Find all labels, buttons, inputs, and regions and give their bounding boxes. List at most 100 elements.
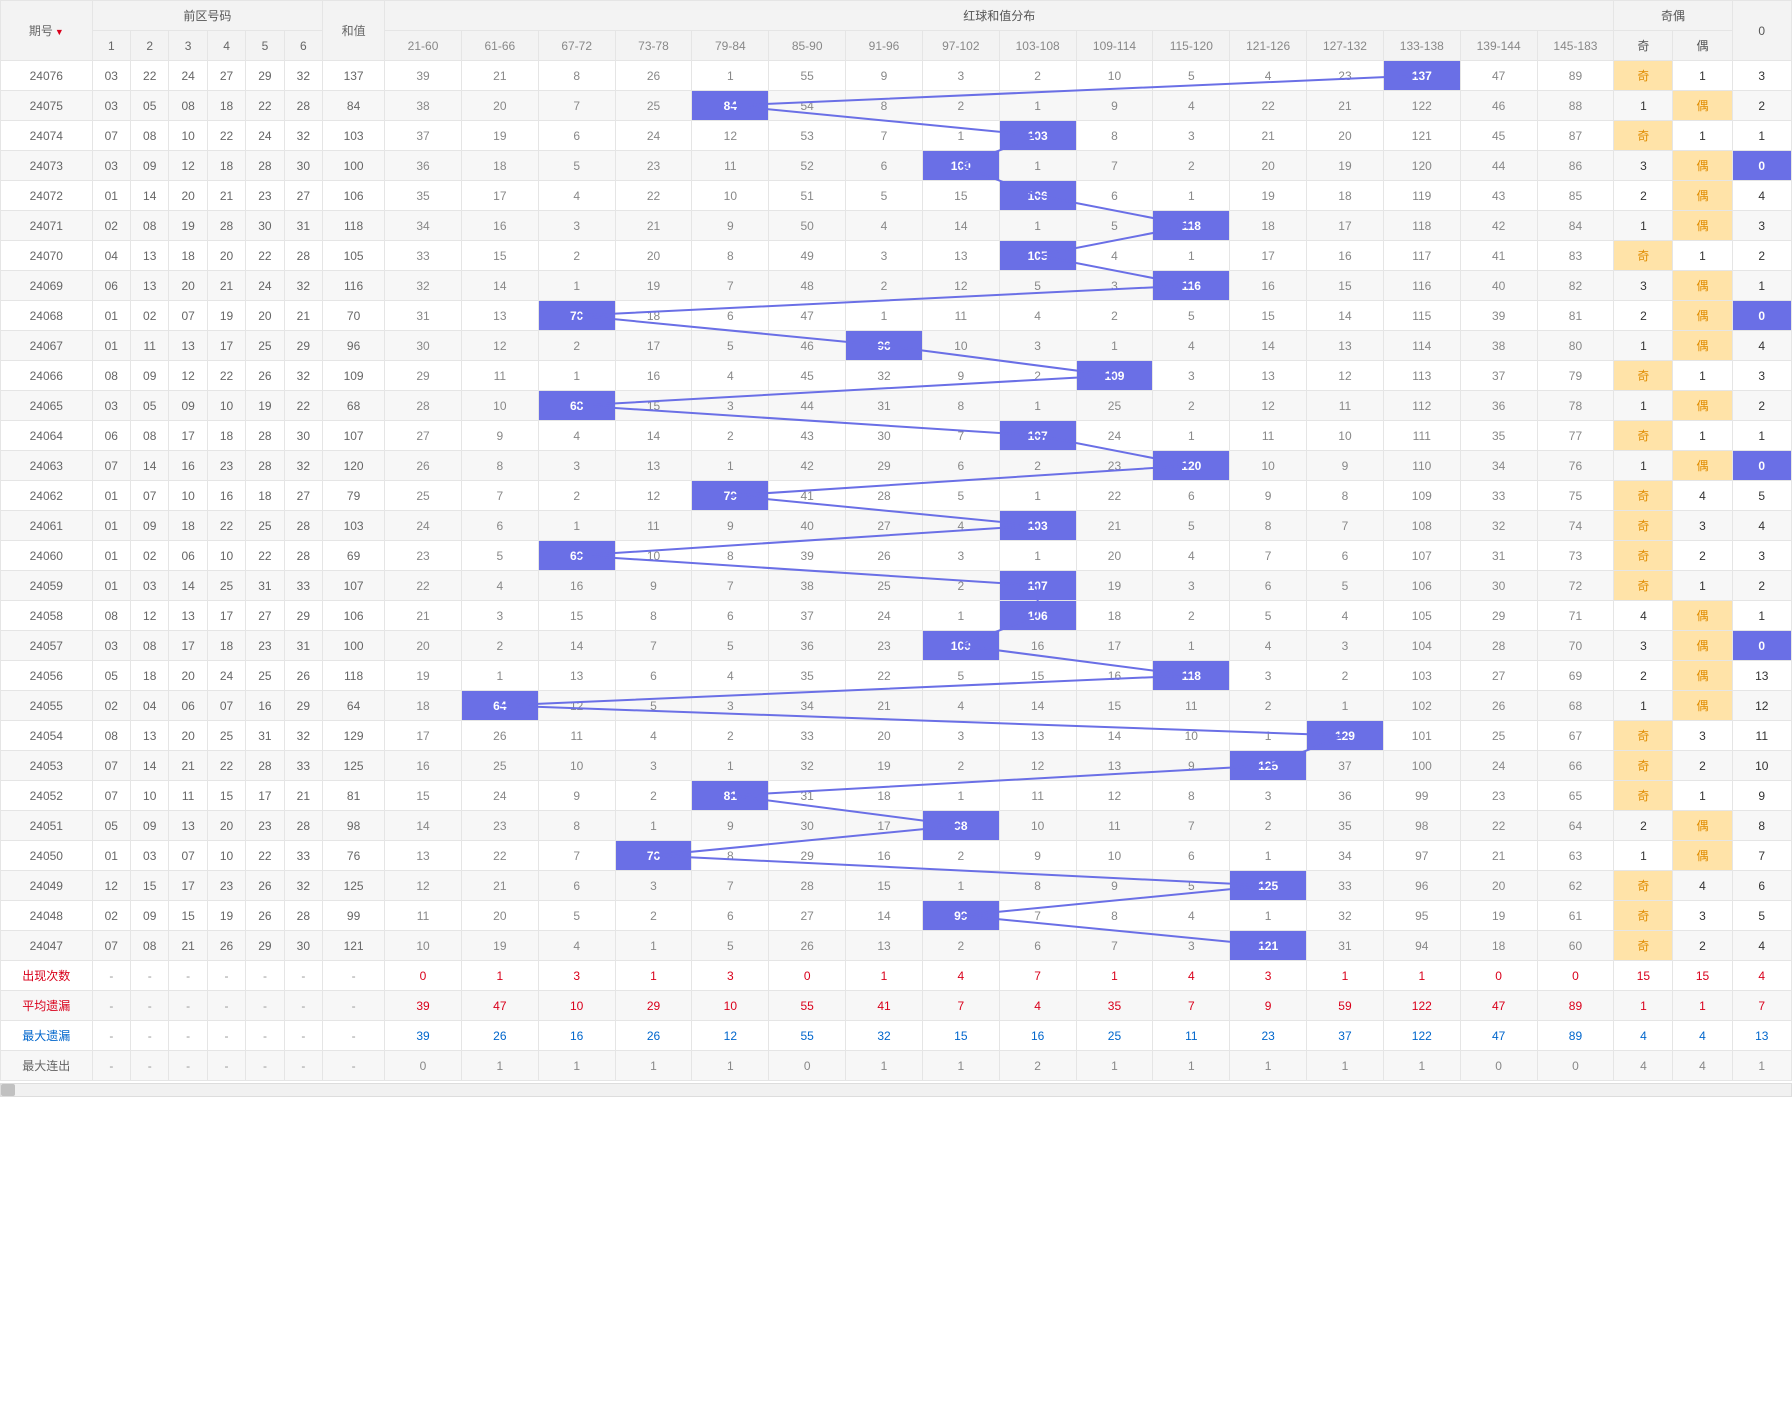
period-cell: 24060	[1, 541, 93, 571]
front-num-6: 31	[284, 631, 322, 661]
dist-cell-10: 120	[1153, 451, 1230, 481]
front-num-6: 29	[284, 601, 322, 631]
odd-cell: 奇	[1614, 241, 1673, 271]
front-num-4: 17	[207, 601, 245, 631]
sum-cell: 69	[323, 541, 385, 571]
front-num-5: 22	[246, 541, 284, 571]
front-num-2: 04	[131, 691, 169, 721]
odd-cell: 1	[1614, 391, 1673, 421]
sum-cell: 125	[323, 871, 385, 901]
dist-cell-13: 103	[1383, 661, 1460, 691]
dist-cell-14: 45	[1460, 121, 1537, 151]
dist-cell-9: 13	[1076, 751, 1153, 781]
dist-cell-8: 1	[999, 211, 1076, 241]
horizontal-scrollbar[interactable]	[0, 1083, 1792, 1097]
even-cell: 偶	[1673, 181, 1732, 211]
zero-cell: 2	[1732, 91, 1791, 121]
period-cell: 24071	[1, 211, 93, 241]
front-num-1: 03	[92, 631, 130, 661]
header-dist-15: 145-183	[1537, 31, 1614, 61]
front-num-4: 10	[207, 841, 245, 871]
sum-cell: 84	[323, 91, 385, 121]
dist-cell-5: 44	[769, 391, 846, 421]
dist-cell-10: 2	[1153, 391, 1230, 421]
dist-cell-4: 9	[692, 511, 769, 541]
dist-cell-1: 6	[461, 511, 538, 541]
dist-cell-0: 37	[385, 121, 462, 151]
stat-val: 41	[846, 991, 923, 1021]
dist-cell-1: 23	[461, 811, 538, 841]
dist-cell-1: 10	[461, 391, 538, 421]
stat-val: 1	[922, 1051, 999, 1081]
table-row: 2406503050910192268281068153443181252121…	[1, 391, 1792, 421]
stat-val: 4	[1673, 1051, 1732, 1081]
dist-cell-15: 78	[1537, 391, 1614, 421]
front-num-5: 28	[246, 451, 284, 481]
dist-cell-13: 114	[1383, 331, 1460, 361]
odd-cell: 1	[1614, 841, 1673, 871]
dist-cell-9: 19	[1076, 571, 1153, 601]
dist-cell-13: 102	[1383, 691, 1460, 721]
sum-cell: 106	[323, 181, 385, 211]
period-cell: 24061	[1, 511, 93, 541]
dist-cell-10: 3	[1153, 121, 1230, 151]
front-num-6: 30	[284, 151, 322, 181]
front-num-5: 22	[246, 91, 284, 121]
front-num-1: 06	[92, 421, 130, 451]
dist-cell-10: 2	[1153, 151, 1230, 181]
stat-val: 1	[538, 1051, 615, 1081]
table-row: 2404802091519262899112052627149978413295…	[1, 901, 1792, 931]
front-num-1: 05	[92, 811, 130, 841]
front-num-1: 03	[92, 151, 130, 181]
dist-cell-10: 118	[1153, 661, 1230, 691]
table-row: 2406307141623283212026831314229622312010…	[1, 451, 1792, 481]
period-cell: 24048	[1, 901, 93, 931]
dist-cell-5: 35	[769, 661, 846, 691]
odd-cell: 奇	[1614, 121, 1673, 151]
stat-val: 0	[1460, 961, 1537, 991]
stat-dash: -	[323, 991, 385, 1021]
front-num-5: 28	[246, 421, 284, 451]
front-num-6: 21	[284, 781, 322, 811]
header-dist-title: 红球和值分布	[385, 1, 1614, 31]
front-num-4: 18	[207, 421, 245, 451]
dist-cell-6: 24	[846, 601, 923, 631]
odd-cell: 3	[1614, 271, 1673, 301]
odd-cell: 3	[1614, 151, 1673, 181]
front-num-3: 21	[169, 931, 207, 961]
stat-label: 出现次数	[1, 961, 93, 991]
table-row: 2406201071016182779257212794128512269810…	[1, 481, 1792, 511]
front-num-4: 10	[207, 541, 245, 571]
front-num-3: 18	[169, 241, 207, 271]
dist-cell-7: 3	[922, 721, 999, 751]
dist-cell-8: 8	[999, 871, 1076, 901]
dist-cell-0: 13	[385, 841, 462, 871]
dist-cell-5: 42	[769, 451, 846, 481]
header-dist-0: 21-60	[385, 31, 462, 61]
front-num-6: 32	[284, 721, 322, 751]
front-num-5: 23	[246, 631, 284, 661]
front-num-2: 03	[131, 571, 169, 601]
dist-cell-11: 19	[1230, 181, 1307, 211]
dist-cell-8: 1	[999, 541, 1076, 571]
odd-cell: 奇	[1614, 361, 1673, 391]
front-num-4: 19	[207, 301, 245, 331]
sum-cell: 109	[323, 361, 385, 391]
dist-cell-6: 23	[846, 631, 923, 661]
dist-cell-15: 89	[1537, 61, 1614, 91]
front-num-2: 05	[131, 91, 169, 121]
table-row: 2407303091218283010036185231152610017220…	[1, 151, 1792, 181]
front-num-4: 27	[207, 61, 245, 91]
header-period[interactable]: 期号▼	[1, 1, 93, 61]
dist-cell-9: 9	[1076, 871, 1153, 901]
dist-cell-11: 1	[1230, 721, 1307, 751]
stat-val: 39	[385, 991, 462, 1021]
dist-cell-9: 1	[1076, 331, 1153, 361]
front-num-6: 32	[284, 121, 322, 151]
dist-cell-11: 10	[1230, 451, 1307, 481]
dist-cell-8: 2	[999, 361, 1076, 391]
dist-cell-2: 3	[538, 451, 615, 481]
dist-cell-7: 2	[922, 571, 999, 601]
front-num-6: 31	[284, 211, 322, 241]
scrollbar-thumb[interactable]	[1, 1084, 15, 1096]
